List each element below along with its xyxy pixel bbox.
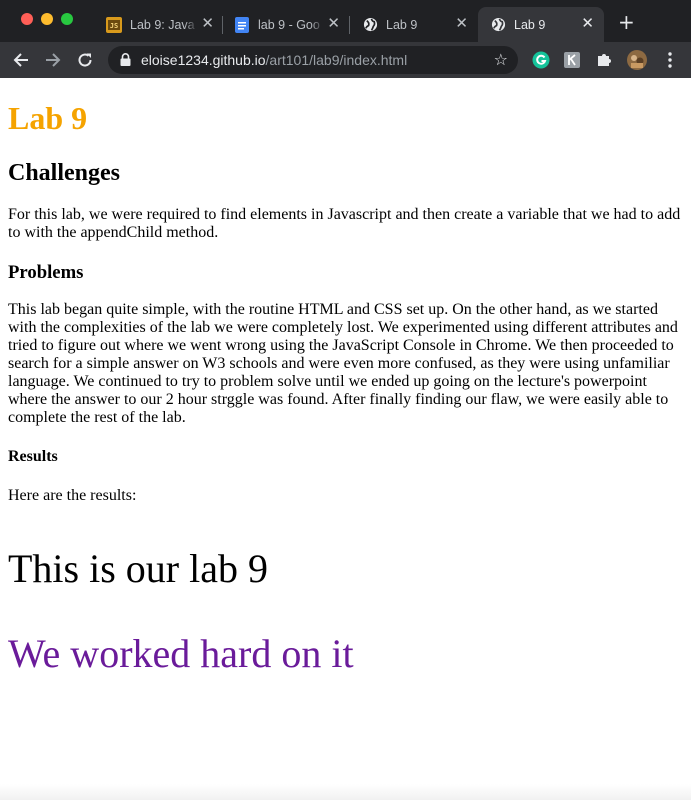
url-path: /art101/lab9/index.html <box>265 52 408 68</box>
browser-toolbar: eloise1234.github.io/art101/lab9/index.h… <box>0 42 691 78</box>
tab-lab9-javascript[interactable]: JS Lab 9: Java ✕ <box>96 7 224 42</box>
globe-icon <box>362 17 378 33</box>
challenges-heading: Challenges <box>8 160 121 186</box>
challenges-paragraph: For this lab, we were required to find e… <box>8 206 681 241</box>
output-line-1: This is our lab 9 <box>8 546 268 591</box>
url-text[interactable]: eloise1234.github.io/art101/lab9/index.h… <box>141 52 407 68</box>
page-title: Lab 9 <box>8 100 88 136</box>
minimize-window-button[interactable] <box>41 13 53 25</box>
bookmark-star-icon[interactable]: ☆ <box>494 51 508 69</box>
url-host: eloise1234.github.io <box>141 52 266 68</box>
back-arrow-icon[interactable] <box>12 51 30 69</box>
extensions-puzzle-icon[interactable] <box>595 51 613 69</box>
code-site-icon: JS <box>106 16 122 33</box>
close-tab-icon[interactable]: ✕ <box>455 16 468 31</box>
close-tab-icon[interactable]: ✕ <box>327 16 340 31</box>
more-options-icon[interactable] <box>661 51 679 69</box>
tab-strip: JS Lab 9: Java ✕ lab 9 - Goo ✕ Lab 9 ✕ L… <box>0 0 691 42</box>
profile-avatar[interactable] <box>627 50 647 70</box>
tab-label: Lab 9 <box>386 17 418 32</box>
lock-icon[interactable] <box>120 53 131 69</box>
new-tab-button[interactable]: + <box>618 12 635 32</box>
tab-separator <box>349 16 350 34</box>
problems-paragraph: This lab began quite simple, with the ro… <box>8 301 678 426</box>
maximize-window-button[interactable] <box>61 13 73 25</box>
results-paragraph: Here are the results: <box>8 487 137 504</box>
grammarly-extension-icon[interactable] <box>532 51 550 69</box>
results-heading: Results <box>8 448 58 465</box>
tab-lab9-active[interactable]: Lab 9 ✕ <box>478 7 604 42</box>
problems-heading: Problems <box>8 262 84 283</box>
google-docs-icon <box>234 16 250 33</box>
tab-lab9[interactable]: Lab 9 ✕ <box>351 7 478 42</box>
svg-text:JS: JS <box>110 22 118 30</box>
close-window-button[interactable] <box>21 13 33 25</box>
address-bar[interactable]: eloise1234.github.io/art101/lab9/index.h… <box>108 46 518 74</box>
tab-lab9-google-docs[interactable]: lab 9 - Goo ✕ <box>224 7 350 42</box>
page-content: Lab 9 Challenges For this lab, we were r… <box>0 78 691 800</box>
forward-arrow-icon[interactable] <box>44 51 62 69</box>
bottom-shadow <box>0 784 691 800</box>
reader-extension-icon[interactable] <box>563 51 581 69</box>
close-tab-icon[interactable]: ✕ <box>201 16 214 31</box>
tab-label: Lab 9 <box>514 17 546 32</box>
close-tab-icon[interactable]: ✕ <box>581 16 594 31</box>
output-line-2: We worked hard on it <box>8 631 354 676</box>
reload-icon[interactable] <box>76 51 94 69</box>
tab-separator <box>222 16 223 34</box>
globe-icon <box>490 17 506 33</box>
